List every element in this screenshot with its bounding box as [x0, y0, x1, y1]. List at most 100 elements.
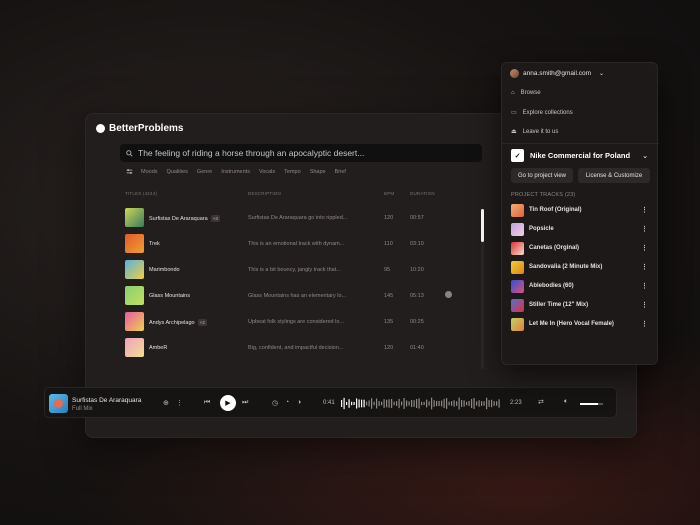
filter-tempo[interactable]: Tempo [284, 169, 301, 175]
waveform-bar [353, 401, 355, 406]
track-description: Glass Mountains has an elementary lo... [248, 293, 347, 299]
project-track-item[interactable]: Ablebodies (60) ⋮ [511, 280, 651, 294]
header-duration[interactable]: DURATION [410, 191, 435, 196]
waveform-bar [391, 398, 393, 409]
more-icon[interactable]: ⋮ [641, 244, 648, 252]
waveform-bar [423, 401, 425, 406]
track-thumbnail [511, 223, 524, 236]
filter-sliders-icon[interactable] [126, 168, 133, 175]
filter-vocals[interactable]: Vocals [259, 169, 275, 175]
filter-moods[interactable]: Moods [141, 169, 158, 175]
project-track-item[interactable]: Popsicle ⋮ [511, 223, 651, 237]
waveform-bar [343, 397, 345, 410]
elapsed-time: 0:41 [323, 400, 335, 406]
scrollbar-thumb[interactable] [481, 209, 484, 242]
track-thumbnail[interactable] [125, 208, 144, 227]
track-bpm: 120 [384, 215, 394, 221]
project-selector[interactable]: ✓ Nike Commercial for Poland ⌄ [511, 149, 648, 162]
track-thumbnail[interactable] [125, 286, 144, 305]
track-description: This is an emotional track with dynam... [248, 241, 345, 247]
table-row[interactable]: Trek This is an emotional track with dyna… [125, 234, 485, 254]
waveform-bar [376, 398, 378, 409]
more-icon[interactable]: ⋮ [641, 301, 648, 309]
player-bar: Surfistas De Araraquara Full Mix ⊕ ⋮ ⏮ ▶… [44, 387, 617, 418]
repeat-icon[interactable]: ⇄ [538, 398, 544, 406]
search-bar[interactable] [120, 144, 482, 162]
track-title[interactable]: AmbeR [149, 345, 167, 351]
track-thumbnail [511, 242, 524, 255]
more-icon[interactable]: ⋮ [641, 225, 648, 233]
volume-icon[interactable]: 🔈︎ [564, 398, 568, 406]
track-title[interactable]: Trek [149, 241, 160, 247]
timer-icon[interactable]: ◷ [272, 399, 278, 407]
track-bpm: 120 [384, 345, 394, 351]
play-button[interactable]: ▶ [220, 395, 236, 411]
track-title[interactable]: Glass Mountains [149, 293, 190, 299]
track-title[interactable]: Andys Archipelago +2 [149, 319, 207, 326]
previous-icon[interactable]: ⏮ [204, 399, 210, 407]
waveform-bar [463, 400, 465, 407]
track-thumbnail [511, 280, 524, 293]
play-icon: ▶ [225, 400, 231, 407]
filter-shape[interactable]: Shape [310, 169, 326, 175]
add-icon[interactable]: ⊕ [163, 399, 169, 407]
player-track-title[interactable]: Surfistas De Araraquara [72, 397, 141, 404]
go-to-project-button[interactable]: Go to project view [511, 168, 573, 183]
project-name: Nike Commercial for Poland [530, 151, 631, 160]
waveform-bar [466, 401, 468, 406]
project-track-item[interactable]: Stiller Time (12" Mix) ⋮ [511, 299, 651, 313]
tone-icon[interactable]: ◑ [297, 399, 301, 406]
more-badge[interactable]: +3 [210, 215, 220, 222]
track-title[interactable]: Surfistas De Araraquara +3 [149, 215, 220, 222]
scrollbar[interactable] [481, 209, 484, 369]
more-badge[interactable]: +2 [197, 319, 207, 326]
filter-genre[interactable]: Genre [197, 169, 212, 175]
track-thumbnail[interactable] [125, 234, 144, 253]
table-row[interactable]: AmbeR Big, confident, and impactful decis… [125, 338, 485, 358]
more-icon[interactable]: ⋮ [641, 282, 648, 290]
tempo-icon[interactable]: ◔ [285, 399, 289, 406]
track-thumbnail[interactable] [125, 260, 144, 279]
table-row[interactable]: Glass Mountains Glass Mountains has an el… [125, 286, 485, 306]
track-thumbnail[interactable] [125, 312, 144, 331]
search-input[interactable] [138, 148, 468, 158]
more-icon[interactable]: ⋮ [641, 206, 648, 214]
waveform-bar [393, 401, 395, 406]
more-icon[interactable]: ⋮ [641, 320, 648, 328]
header-description: DESCRIPTION [248, 191, 281, 196]
filter-qualities[interactable]: Qualities [167, 169, 188, 175]
volume-slider[interactable] [580, 403, 603, 405]
project-track-item[interactable]: Canetas (Orginal) ⋮ [511, 242, 651, 256]
waveform-bar [361, 399, 363, 408]
table-row[interactable]: Andys Archipelago +2 Upbeat folk stylings … [125, 312, 485, 332]
menu-browse[interactable]: ⌂ Browse [511, 90, 541, 96]
check-icon[interactable] [445, 291, 452, 298]
track-thumbnail[interactable] [125, 338, 144, 357]
logo[interactable]: BetterProblems [96, 123, 183, 134]
menu-explore[interactable]: ▭ Explore collections [511, 109, 573, 117]
waveform-bar [431, 397, 433, 410]
license-customize-button[interactable]: License & Customize [578, 168, 650, 183]
project-track-item[interactable]: Sandovalia (2 Minute Mix) ⋮ [511, 261, 651, 275]
waveform-bar [436, 400, 438, 407]
table-row[interactable]: Surfistas De Araraquara +3 Surfistas De Ar… [125, 208, 485, 228]
waveform[interactable] [341, 397, 501, 410]
account-row[interactable]: anna.smith@gmail.com ⌄ [510, 69, 604, 78]
home-icon: ⌂ [511, 90, 515, 96]
project-track-item[interactable]: Let Me In (Hero Vocal Female) ⋮ [511, 318, 651, 332]
filter-instruments[interactable]: Instruments [221, 169, 250, 175]
project-track-item[interactable]: Tin Roof (Original) ⋮ [511, 204, 651, 218]
header-bpm[interactable]: BPM [384, 191, 394, 196]
waveform-bar [468, 400, 470, 407]
more-icon[interactable]: ⋮ [641, 263, 648, 271]
next-icon[interactable]: ⏭ [242, 399, 248, 407]
more-icon[interactable]: ⋮ [176, 399, 183, 407]
track-thumbnail [511, 204, 524, 217]
waveform-bar [351, 401, 353, 406]
filter-brief[interactable]: Brief [335, 169, 346, 175]
collection-icon: ▭ [511, 110, 517, 116]
header-titles[interactable]: TITLES (4244) [125, 191, 157, 196]
track-title[interactable]: Marimbondo [149, 267, 180, 273]
menu-leave[interactable]: ⏏ Leave it to us [511, 128, 558, 136]
table-row[interactable]: Marimbondo This is a bit bouncy, jangly t… [125, 260, 485, 280]
